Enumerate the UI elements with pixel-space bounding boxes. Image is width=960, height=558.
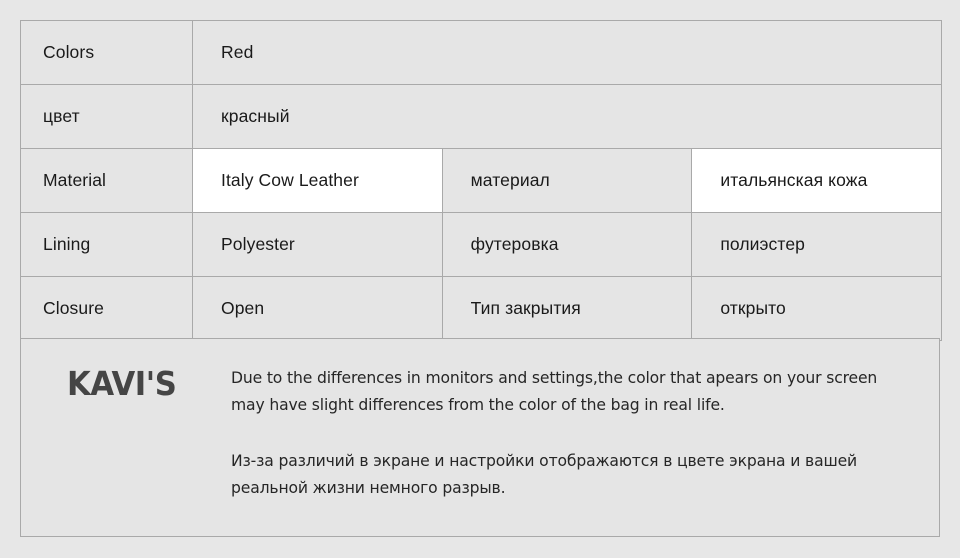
spec-label-lining: Lining xyxy=(20,212,193,277)
spec-label-color-ru: цвет xyxy=(20,84,193,149)
table-row: Lining Polyester футеровка полиэстер xyxy=(20,212,942,277)
table-row: Material Italy Cow Leather материал итал… xyxy=(20,148,942,213)
spec-table-body: Colors Red цвет красный Material Italy C… xyxy=(20,20,942,341)
spec-value-closure-ru: открыто xyxy=(691,276,942,341)
table-row: цвет красный xyxy=(20,84,942,149)
spec-value-material: Italy Cow Leather xyxy=(192,148,443,213)
spec-value-color-ru: красный xyxy=(192,84,942,149)
disclaimer-text-russian: Из-за различий в экране и настройки отоб… xyxy=(231,452,858,497)
spec-label-closure: Closure xyxy=(20,276,193,341)
spec-label-colors: Colors xyxy=(20,20,193,85)
product-spec-page: Colors Red цвет красный Material Italy C… xyxy=(0,0,960,558)
spec-value-lining-ru: полиэстер xyxy=(691,212,942,277)
brand-logo-container: KAVI'S xyxy=(21,339,231,400)
product-specification-table: Colors Red цвет красный Material Italy C… xyxy=(20,20,942,341)
spec-value-closure: Open xyxy=(192,276,443,341)
spec-value-lining: Polyester xyxy=(192,212,443,277)
spec-value-colors: Red xyxy=(192,20,942,85)
spec-label-material-ru: материал xyxy=(441,148,693,213)
spec-value-material-ru: итальянская кожа xyxy=(691,148,942,213)
spec-label-closure-ru: Тип закрытия xyxy=(441,276,693,341)
spec-label-lining-ru: футеровка xyxy=(441,212,693,277)
disclaimer-text-block: Due to the differences in monitors and s… xyxy=(231,339,939,502)
table-row: Colors Red xyxy=(20,20,942,85)
table-row: Closure Open Тип закрытия открыто xyxy=(20,276,942,341)
spec-label-material: Material xyxy=(20,148,193,213)
kavis-brand-logo: KAVI'S xyxy=(67,364,177,403)
disclaimer-panel: KAVI'S Due to the differences in monitor… xyxy=(20,338,940,537)
disclaimer-text-english: Due to the differences in monitors and s… xyxy=(231,369,878,414)
